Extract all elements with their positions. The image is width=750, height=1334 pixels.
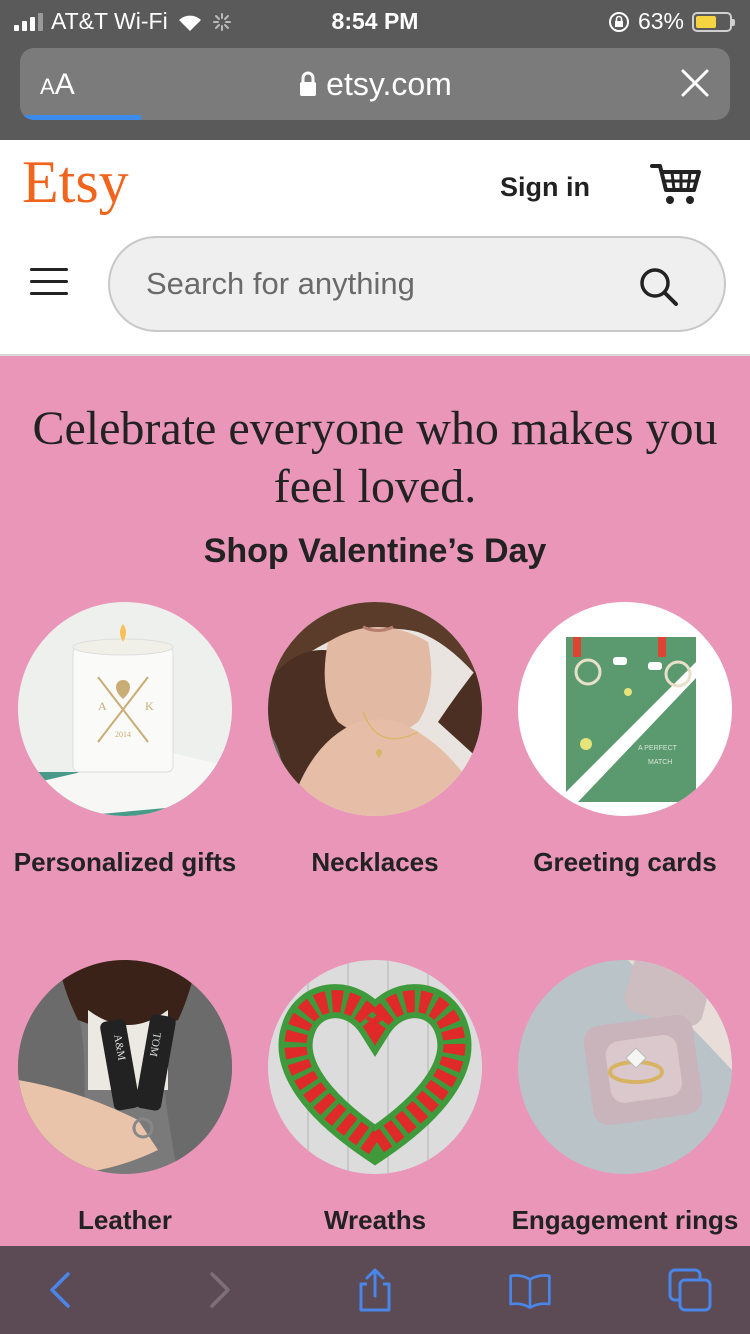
- valentines-hero: Celebrate everyone who makes you feel lo…: [0, 358, 750, 1246]
- svg-text:MATCH: MATCH: [648, 759, 672, 766]
- svg-text:A PERFECT: A PERFECT: [638, 745, 678, 752]
- search-icon[interactable]: [638, 266, 680, 308]
- share-icon[interactable]: [353, 1268, 397, 1312]
- back-icon[interactable]: [40, 1268, 84, 1312]
- battery-icon: [692, 11, 735, 32]
- category-leather-accessories[interactable]: A&M TOM Leather accessories: [10, 960, 240, 1246]
- etsy-logo[interactable]: Etsy: [22, 148, 129, 217]
- menu-icon[interactable]: [30, 268, 68, 296]
- category-wreaths[interactable]: Wreaths: [260, 960, 490, 1238]
- tabs-icon[interactable]: [668, 1268, 712, 1312]
- address-bar[interactable]: AA etsy.com: [20, 48, 730, 120]
- lock-icon: [300, 71, 317, 96]
- shop-valentines-link[interactable]: Shop Valentine’s Day: [0, 532, 750, 571]
- card-photo: A PERFECT MATCH: [518, 602, 732, 816]
- page-load-progress: [20, 115, 141, 120]
- keychain-photo: A&M TOM: [18, 960, 232, 1174]
- ring-photo: [518, 960, 732, 1174]
- cart-icon[interactable]: [650, 160, 702, 208]
- orientation-lock-icon: [608, 11, 629, 32]
- sign-in-link[interactable]: Sign in: [500, 172, 590, 203]
- browser-toolbar: [0, 1246, 750, 1334]
- search-bar[interactable]: [108, 236, 726, 332]
- category-label: Leather accessories: [51, 1205, 200, 1246]
- site-header: Etsy Sign in: [0, 140, 750, 356]
- stop-loading-icon[interactable]: [678, 66, 712, 100]
- browser-address-area: AA etsy.com: [0, 40, 750, 140]
- status-right: 63%: [608, 8, 735, 35]
- domain-text: etsy.com: [326, 66, 452, 102]
- bookmarks-icon[interactable]: [508, 1268, 552, 1312]
- category-label: Personalized gifts: [13, 847, 237, 877]
- url-display[interactable]: etsy.com: [20, 66, 730, 103]
- search-input[interactable]: [146, 262, 626, 306]
- candle-photo: A K 2014: [18, 602, 232, 816]
- category-greeting-cards[interactable]: A PERFECT MATCH Greeting cards: [510, 602, 740, 880]
- category-engagement-rings[interactable]: Engagement rings: [510, 960, 740, 1238]
- category-personalized-gifts[interactable]: A K 2014 Personalized gifts: [10, 602, 240, 880]
- forward-icon: [210, 1272, 230, 1308]
- category-label: Wreaths: [323, 1205, 427, 1235]
- category-label: Greeting cards: [533, 847, 717, 877]
- wreath-photo: [268, 960, 482, 1174]
- hero-headline: Celebrate everyone who makes you feel lo…: [32, 402, 718, 513]
- svg-text:2014: 2014: [115, 730, 131, 739]
- category-label: Engagement rings: [511, 1205, 739, 1235]
- category-label: Necklaces: [311, 847, 439, 877]
- status-bar: AT&T Wi-Fi 8:54 PM 63%: [0, 0, 750, 40]
- necklace-photo: [268, 602, 482, 816]
- category-necklaces[interactable]: Necklaces: [260, 602, 490, 880]
- svg-text:A: A: [98, 699, 107, 713]
- battery-percent: 63%: [637, 8, 684, 34]
- svg-text:K: K: [145, 699, 154, 713]
